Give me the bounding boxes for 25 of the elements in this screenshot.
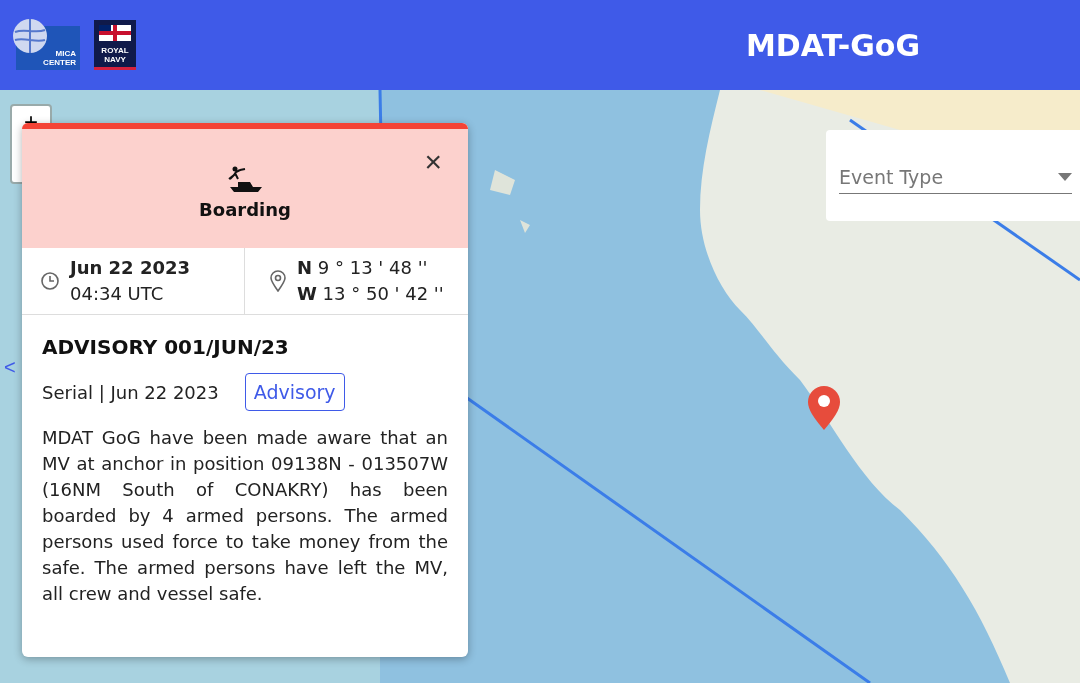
panel-toggle-button[interactable]: < <box>0 356 20 379</box>
logo-text: CENTER <box>43 58 76 67</box>
dropdown-caret-icon <box>1058 172 1072 181</box>
serial-date: Serial | Jun 22 2023 <box>42 381 219 403</box>
advisory-tag: Advisory <box>244 373 345 411</box>
coordinate-text: N 9 ° 13 ' 48 '' <box>297 256 429 280</box>
ensign-flag-icon <box>99 25 131 41</box>
logo-text: MICA <box>55 49 76 58</box>
person-boarding-boat-icon <box>226 165 264 193</box>
incident-time: 04:34 UTC <box>70 282 165 306</box>
clock-icon <box>40 271 60 291</box>
logo-text: ROYAL <box>101 46 129 55</box>
logo-text: NAVY <box>104 55 126 64</box>
coordinate-text: W 13 ° 50 ' 42 '' <box>297 282 444 306</box>
globe-icon <box>12 18 48 54</box>
map-pin-icon[interactable] <box>808 386 840 430</box>
incident-date: Jun 22 2023 <box>70 256 190 280</box>
event-type-label: Boarding <box>199 199 291 220</box>
incident-description: MDAT GoG have been made aware that an MV at anchor in position 09138N - 013507W (16NM South of CONAKRY) has been boarded by 4 armed persons. The armed persons used force to take money from the safe. The armed persons have left the MV, all crew and vessel safe. <box>42 426 448 606</box>
island-drawing <box>490 170 530 233</box>
close-button[interactable]: × <box>424 147 442 177</box>
app-title: MDAT-GoG <box>746 26 920 65</box>
event-type-select[interactable]: Event Type <box>839 164 1072 194</box>
advisory-title: ADVISORY 001/JUN/23 <box>42 335 290 359</box>
location-pin-icon <box>269 270 287 292</box>
